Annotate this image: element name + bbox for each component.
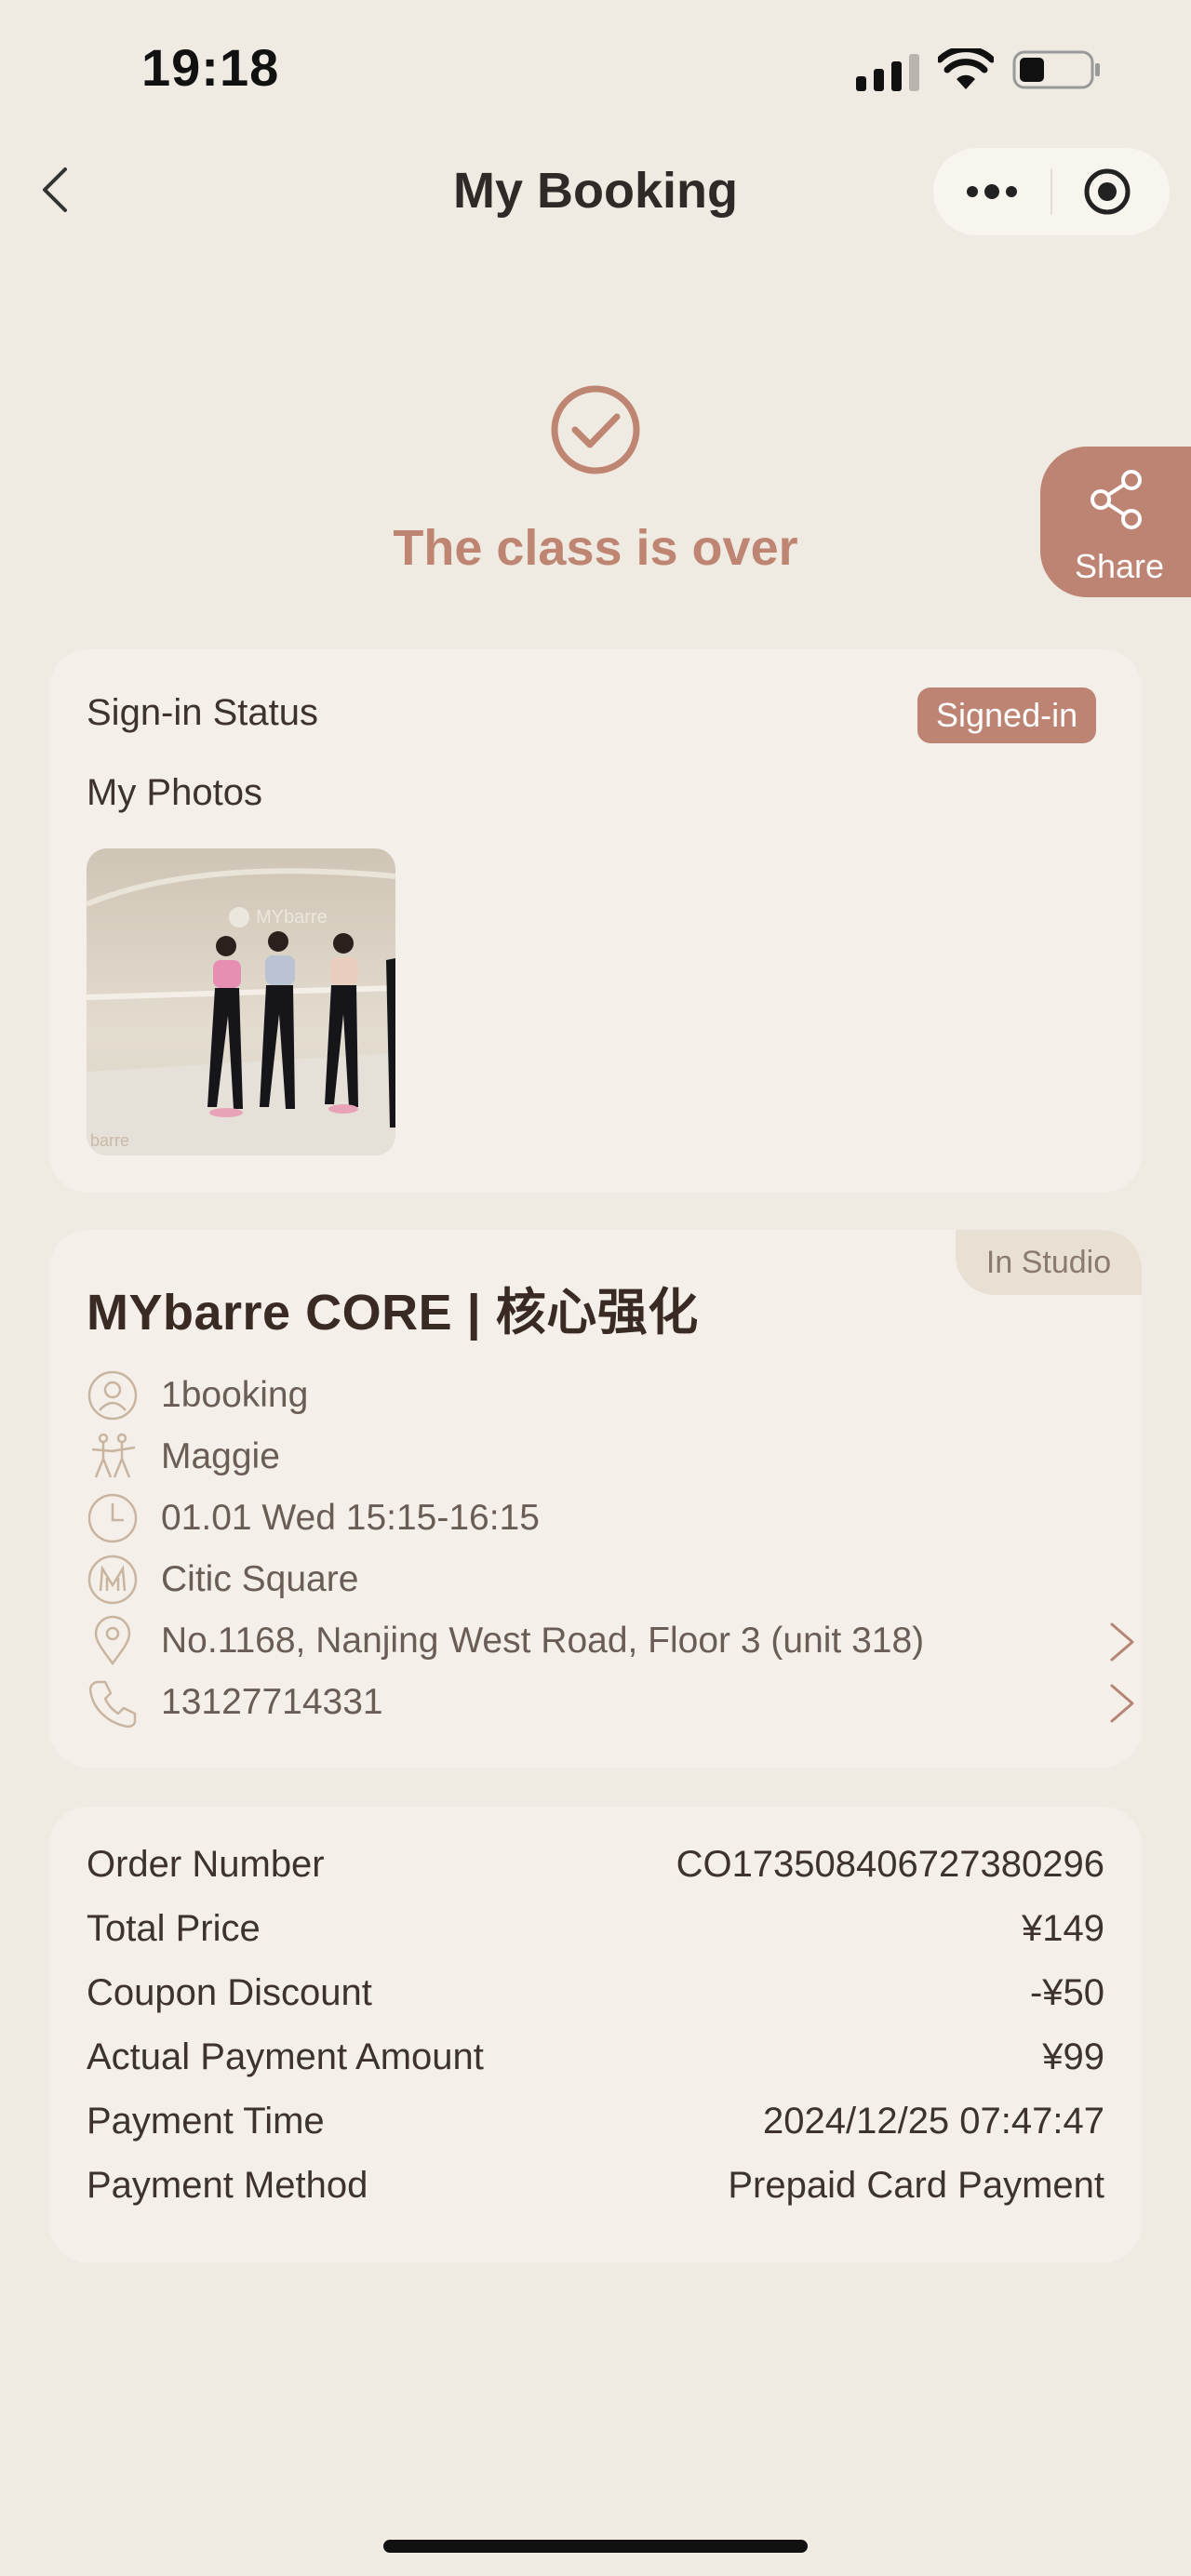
check-circle-icon (551, 385, 640, 474)
my-photos-label: My Photos (87, 772, 262, 813)
more-icon[interactable] (961, 170, 1023, 213)
payment-method-row: Payment Method Prepaid Card Payment (87, 2156, 1104, 2211)
actual-payment-label: Actual Payment Amount (87, 2036, 484, 2077)
total-price-row: Total Price ¥149 (87, 1899, 1104, 1955)
studio-address: No.1168, Nanjing West Road, Floor 3 (uni… (161, 1621, 925, 1661)
payment-time-label: Payment Time (87, 2101, 325, 2142)
class-time: 01.01 Wed 15:15-16:15 (161, 1498, 540, 1538)
mini-program-capsule (933, 148, 1170, 235)
order-number-value: CO1735084067273802​96 (676, 1844, 1104, 1885)
order-number-row: Order Number CO1735084067273802​96 (87, 1835, 1104, 1890)
dancers-icon (91, 1433, 136, 1478)
coupon-discount-label: Coupon Discount (87, 1972, 372, 2013)
class-title: MYbarre CORE | 核心强化 (87, 1285, 699, 1341)
payment-time-row: Payment Time 2024/12/25 07:47:47 (87, 2091, 1104, 2147)
time-row: 01.01 Wed 15:15-16:15 (87, 1488, 1110, 1548)
class-photo-image: MYbarre barre (87, 848, 395, 1155)
coupon-discount-value: -¥50 (1029, 1972, 1104, 2013)
share-button[interactable]: Share (1040, 447, 1191, 597)
studio-row: Citic Square (87, 1550, 1110, 1609)
phone-row[interactable]: 13127714331 (87, 1673, 1134, 1732)
order-number-label: Order Number (87, 1844, 325, 1885)
photo-logo-text: MYbarre (256, 907, 328, 928)
class-photo[interactable]: MYbarre barre (87, 848, 395, 1155)
photo-watermark: barre (90, 1131, 129, 1150)
coupon-discount-row: Coupon Discount -¥50 (87, 1963, 1104, 2019)
chevron-right-icon (1110, 1622, 1134, 1662)
actual-payment-row: Actual Payment Amount ¥99 (87, 2027, 1104, 2083)
studio-phone: 13127714331 (161, 1682, 383, 1722)
capsule-divider (1050, 168, 1052, 215)
instructor-name: Maggie (161, 1436, 280, 1476)
user-icon (87, 1370, 138, 1421)
home-indicator[interactable] (383, 2540, 808, 2553)
clock-icon (87, 1493, 138, 1543)
instructor-row: Maggie (87, 1427, 1110, 1487)
signin-status-badge: Signed-in (917, 687, 1097, 743)
cellular-signal-icon (856, 54, 919, 91)
class-status-title: The class is over (393, 520, 798, 576)
payment-time-value: 2024/12/25 07:47:47 (762, 2101, 1104, 2142)
payment-method-label: Payment Method (87, 2165, 368, 2206)
booking-type-row: 1booking (87, 1366, 1110, 1425)
signin-status-label: Sign-in Status (87, 692, 319, 733)
address-row[interactable]: No.1168, Nanjing West Road, Floor 3 (uni… (87, 1611, 1134, 1671)
signin-card: Sign-in Status Signed-in My Photos MYbar… (49, 649, 1142, 1193)
phone-icon (88, 1680, 137, 1728)
battery-icon (1012, 50, 1100, 89)
total-price-label: Total Price (87, 1908, 261, 1949)
share-icon (1091, 470, 1142, 529)
class-info-card: In Studio MYbarre CORE | 核心强化 1booking M… (49, 1230, 1142, 1768)
studio-logo-icon (87, 1555, 138, 1605)
location-pin-icon (94, 1615, 131, 1666)
in-studio-tag: In Studio (956, 1230, 1142, 1295)
share-label: Share (1074, 547, 1165, 585)
payment-method-value: Prepaid Card Payment (728, 2165, 1104, 2206)
studio-name: Citic Square (161, 1559, 359, 1599)
close-miniprogram-icon[interactable] (1082, 167, 1132, 217)
chevron-right-icon (1110, 1684, 1134, 1723)
total-price-value: ¥149 (1022, 1908, 1104, 1949)
wifi-icon (938, 48, 994, 89)
status-time: 19:18 (141, 38, 280, 97)
actual-payment-value: ¥99 (1042, 2036, 1104, 2077)
booking-type-text: 1booking (161, 1375, 309, 1415)
order-details-card: Order Number CO1735084067273802​96 Total… (49, 1807, 1142, 2262)
